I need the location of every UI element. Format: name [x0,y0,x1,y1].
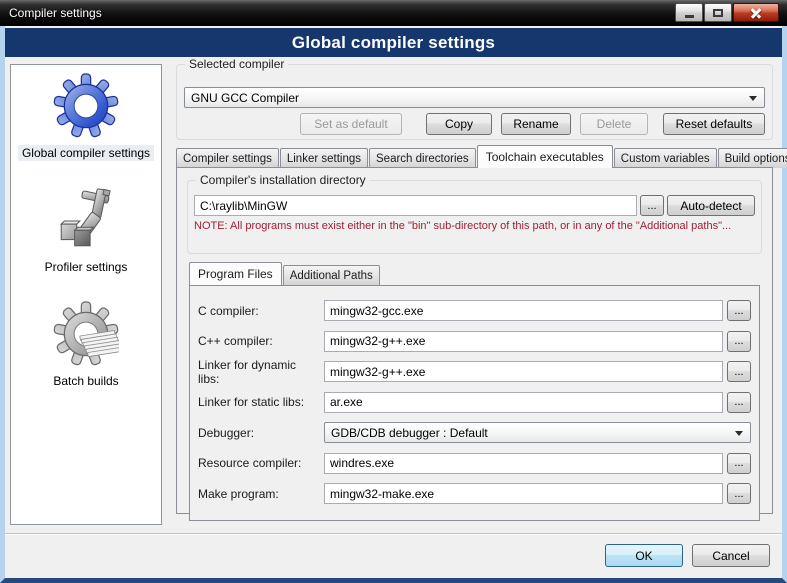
tab-compiler-settings[interactable]: Compiler settings [176,148,279,168]
resource-compiler-browse-button[interactable]: ... [727,453,751,474]
tab-build-options[interactable]: Build options [718,148,787,168]
make-program-input[interactable] [324,483,723,504]
set-as-default-button[interactable]: Set as default [300,113,402,135]
selected-compiler-group: Selected compiler GNU GCC Compiler Set a… [176,64,773,140]
minimize-icon [685,15,694,18]
make-program-browse-button[interactable]: ... [727,483,751,504]
rename-button[interactable]: Rename [501,113,571,135]
sidebar-item-global-compiler-settings[interactable]: Global compiler settings [18,73,154,161]
field-label: Linker for static libs: [198,395,320,409]
form-row-c-compiler: C compiler: ... [198,300,751,321]
group-label: Compiler's installation directory [196,173,370,187]
field-label: C compiler: [198,304,320,318]
caption-buttons [675,3,779,22]
tab-linker-settings[interactable]: Linker settings [280,148,368,168]
c-compiler-input[interactable] [324,300,723,321]
compiler-settings-dialog: Compiler settings Global compiler settin… [0,0,787,583]
tab-custom-variables[interactable]: Custom variables [614,148,717,168]
program-subtabs: Program Files Additional Paths [189,262,772,285]
static-linker-browse-button[interactable]: ... [727,392,751,413]
settings-category-list: Global compiler settings [10,64,162,525]
sidebar-item-label: Global compiler settings [18,145,154,161]
blue-gear-icon [53,73,119,139]
cpp-compiler-browse-button[interactable]: ... [727,331,751,352]
field-label: Debugger: [198,426,320,440]
page-title: Global compiler settings [292,33,495,53]
group-label: Selected compiler [185,57,288,71]
cancel-button[interactable]: Cancel [692,544,770,567]
chevron-down-icon [735,431,743,436]
settings-tabs: Compiler settings Linker settings Search… [176,145,776,168]
sidebar-item-label: Batch builds [49,373,122,389]
form-row-dynamic-linker: Linker for dynamic libs: ... [198,361,751,382]
subtab-additional-paths[interactable]: Additional Paths [283,265,380,285]
dynamic-linker-input[interactable] [324,361,723,382]
minimize-button[interactable] [675,3,703,22]
cpp-compiler-input[interactable] [324,331,723,352]
window-title: Compiler settings [0,6,102,20]
footer-buttons: OK Cancel [605,544,770,567]
reset-defaults-button[interactable]: Reset defaults [663,113,765,135]
install-dir-input[interactable] [194,195,637,216]
installation-directory-group: Compiler's installation directory ... Au… [187,180,762,254]
program-files-panel: C compiler: ... C++ compiler: ... Linker… [189,285,760,521]
field-label: C++ compiler: [198,334,320,348]
titlebar: Compiler settings [0,0,787,26]
sidebar-item-label: Profiler settings [41,259,132,275]
copy-button[interactable]: Copy [426,113,492,135]
form-row-static-linker: Linker for static libs: ... [198,392,751,413]
install-dir-browse-button[interactable]: ... [640,195,664,216]
install-dir-note: NOTE: All programs must exist either in … [194,220,755,232]
form-row-resource-compiler: Resource compiler: ... [198,453,751,474]
c-compiler-browse-button[interactable]: ... [727,300,751,321]
maximize-icon [713,9,723,17]
sidebar-item-batch-builds[interactable]: Batch builds [49,301,122,389]
installation-directory-row: ... Auto-detect [194,195,755,216]
field-label: Resource compiler: [198,456,320,470]
tab-toolchain-executables[interactable]: Toolchain executables [477,145,613,168]
debugger-select-value: GDB/CDB debugger : Default [331,426,488,440]
toolchain-executables-panel: Compiler's installation directory ... Au… [176,167,773,514]
caliper-icon [53,187,119,253]
auto-detect-button[interactable]: Auto-detect [667,195,755,216]
compiler-select-value: GNU GCC Compiler [191,91,299,105]
ok-button[interactable]: OK [605,544,683,567]
compiler-select[interactable]: GNU GCC Compiler [184,87,765,108]
form-row-debugger: Debugger: GDB/CDB debugger : Default [198,422,751,443]
static-linker-input[interactable] [324,392,723,413]
delete-button[interactable]: Delete [580,113,648,135]
field-label: Make program: [198,487,320,501]
form-row-cpp-compiler: C++ compiler: ... [198,331,751,352]
close-button[interactable] [733,3,779,22]
page-header: Global compiler settings [5,28,782,57]
footer-separator [5,533,782,535]
close-icon [750,7,762,19]
resource-compiler-input[interactable] [324,453,723,474]
debugger-select[interactable]: GDB/CDB debugger : Default [324,422,751,443]
tab-search-directories[interactable]: Search directories [369,148,476,168]
form-row-make-program: Make program: ... [198,483,751,504]
gray-gear-icon [53,301,119,367]
maximize-button[interactable] [704,3,732,22]
field-label: Linker for dynamic libs: [198,358,320,386]
subtab-program-files[interactable]: Program Files [189,262,282,285]
dynamic-linker-browse-button[interactable]: ... [727,361,751,382]
chevron-down-icon [749,96,757,101]
dialog-body: Global compiler settings [0,26,787,583]
compiler-buttons-row: Set as default Copy Rename Delete Reset … [184,113,765,135]
sidebar-item-profiler-settings[interactable]: Profiler settings [41,187,132,275]
